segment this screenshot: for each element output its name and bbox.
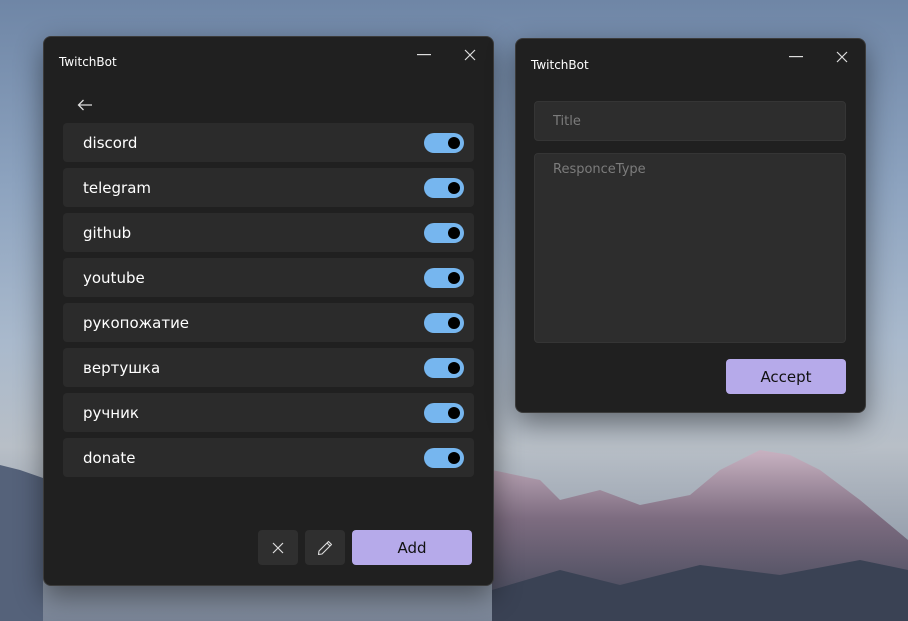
list-item[interactable]: discord — [63, 123, 474, 162]
item-label: youtube — [83, 268, 145, 287]
close-icon — [464, 49, 476, 61]
close-button[interactable] — [447, 37, 493, 73]
toggle-switch[interactable] — [424, 177, 464, 198]
minimize-button[interactable] — [401, 37, 447, 73]
arrow-left-icon — [77, 99, 92, 111]
add-button[interactable]: Add — [352, 530, 472, 565]
item-label: discord — [83, 133, 138, 152]
minimize-icon — [789, 56, 803, 58]
action-bar: Add — [258, 530, 472, 565]
close-icon — [272, 542, 284, 553]
command-list: discord telegram github youtube рукопожа… — [63, 123, 474, 483]
list-item[interactable]: donate — [63, 438, 474, 477]
window-title: TwitchBot — [59, 55, 117, 69]
list-item[interactable]: ручник — [63, 393, 474, 432]
toggle-switch[interactable] — [424, 132, 464, 153]
accept-button[interactable]: Accept — [726, 359, 846, 394]
minimize-button[interactable] — [773, 39, 819, 75]
list-item[interactable]: telegram — [63, 168, 474, 207]
item-label: вертушка — [83, 358, 161, 377]
titlebar: TwitchBot — [516, 39, 865, 89]
close-icon — [836, 51, 848, 63]
item-label: donate — [83, 448, 136, 467]
delete-button[interactable] — [258, 530, 298, 565]
minimize-icon — [417, 54, 431, 56]
toggle-switch[interactable] — [424, 222, 464, 243]
list-item[interactable]: youtube — [63, 258, 474, 297]
toggle-switch[interactable] — [424, 267, 464, 288]
item-label: telegram — [83, 178, 151, 197]
item-label: github — [83, 223, 132, 242]
responce-type-input[interactable] — [534, 153, 846, 343]
list-item[interactable]: вертушка — [63, 348, 474, 387]
toggle-switch[interactable] — [424, 402, 464, 423]
toggle-switch[interactable] — [424, 447, 464, 468]
edit-button[interactable] — [305, 530, 345, 565]
title-input[interactable] — [534, 101, 846, 141]
close-button[interactable] — [819, 39, 865, 75]
item-label: ручник — [83, 403, 139, 422]
titlebar: TwitchBot — [44, 37, 493, 87]
edit-window: TwitchBot Accept — [515, 38, 866, 413]
item-label: рукопожатие — [83, 313, 190, 332]
list-item[interactable]: рукопожатие — [63, 303, 474, 342]
main-window: TwitchBot discord telegram github youtub… — [43, 36, 494, 586]
window-title: TwitchBot — [531, 58, 589, 72]
list-item[interactable]: github — [63, 213, 474, 252]
pencil-icon — [317, 540, 333, 555]
back-button[interactable] — [72, 93, 98, 117]
toggle-switch[interactable] — [424, 357, 464, 378]
toggle-switch[interactable] — [424, 312, 464, 333]
